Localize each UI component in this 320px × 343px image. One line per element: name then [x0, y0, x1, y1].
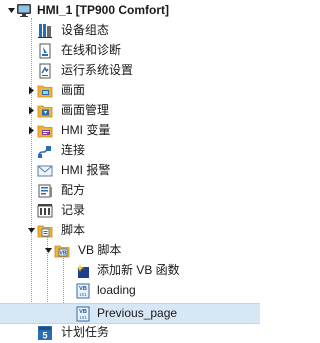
- svg-text:VB: VB: [60, 251, 67, 257]
- expand-arrow-icon[interactable]: [26, 125, 36, 135]
- tree-node-screen-management[interactable]: 画面管理: [0, 100, 260, 121]
- connections-icon: [37, 143, 53, 159]
- tree-node-label: 添加新 VB 函数: [97, 263, 180, 277]
- tree-node-label: Previous_page: [97, 306, 178, 320]
- tree-node-vb-scripts[interactable]: VB VB 脚本: [0, 240, 260, 261]
- tree-node-logs[interactable]: 记录: [0, 200, 260, 221]
- tree-node-label: 脚本: [61, 223, 86, 237]
- recipes-icon: [37, 183, 53, 199]
- tree-node-label: HMI 变量: [61, 123, 111, 137]
- tree-node-label: HMI_1 [TP900 Comfort]: [37, 3, 170, 17]
- tree-node-label: HMI 报警: [61, 163, 111, 177]
- svg-text:5: 5: [42, 331, 47, 341]
- tree-node-label: 设备组态: [61, 23, 110, 37]
- device-config-icon: [37, 23, 53, 39]
- logs-icon: [37, 203, 53, 219]
- tree-node-device-config[interactable]: 设备组态: [0, 20, 260, 41]
- tree-node-label: loading: [97, 283, 136, 297]
- tree-node-label: VB 脚本: [78, 243, 122, 257]
- vb-script-file-icon: VB 101: [75, 306, 91, 322]
- expand-arrow-icon[interactable]: [26, 85, 36, 95]
- expand-arrow-icon[interactable]: [26, 105, 36, 115]
- hmi-device-icon: [16, 2, 32, 18]
- folder-screens-icon: [37, 83, 53, 99]
- tree-node-runtime-settings[interactable]: 运行系统设置: [0, 60, 260, 81]
- tree-node-recipes[interactable]: 配方: [0, 180, 260, 201]
- tree-node-scripts[interactable]: 脚本: [0, 220, 260, 241]
- tree-node-label: 连接: [61, 143, 86, 157]
- tree-node-label: 画面管理: [61, 103, 110, 117]
- runtime-settings-icon: [37, 63, 53, 79]
- svg-text:101: 101: [79, 292, 87, 297]
- folder-hmi-tags-icon: [37, 123, 53, 139]
- tree-node-connections[interactable]: 连接: [0, 140, 260, 161]
- svg-text:101: 101: [79, 315, 87, 320]
- tree-node-hmi-alarms[interactable]: HMI 报警: [0, 160, 260, 181]
- hmi-alarms-icon: [37, 163, 53, 179]
- folder-scripts-icon: [37, 223, 53, 239]
- tree-node-screens[interactable]: 画面: [0, 80, 260, 101]
- tree-node-label: 在线和诊断: [61, 43, 122, 57]
- tree-node-label: 运行系统设置: [61, 63, 134, 77]
- collapse-arrow-icon[interactable]: [43, 245, 53, 255]
- add-new-function-icon: [75, 263, 91, 279]
- tree-node-label: 配方: [61, 183, 86, 197]
- collapse-arrow-icon[interactable]: [26, 225, 36, 235]
- tree-node-label: 记录: [61, 203, 86, 217]
- tree-node-hmi-1[interactable]: HMI_1 [TP900 Comfort]: [0, 0, 260, 21]
- vb-script-file-icon: VB 101: [75, 283, 91, 299]
- tree-node-online-diagnostics[interactable]: 在线和诊断: [0, 40, 260, 61]
- folder-vb-scripts-icon: VB: [54, 243, 70, 259]
- project-tree: HMI_1 [TP900 Comfort] 设备组态 在线和诊断 运行系统设置 …: [0, 0, 260, 341]
- tree-node-loading[interactable]: VB 101 loading: [0, 280, 260, 301]
- tree-node-hmi-tags[interactable]: HMI 变量: [0, 120, 260, 141]
- folder-screen-management-icon: [37, 103, 53, 119]
- tree-node-previous-page[interactable]: VB 101 Previous_page: [0, 303, 260, 324]
- scheduled-tasks-icon: 5: [37, 325, 53, 341]
- online-diagnostics-icon: [37, 43, 53, 59]
- tree-node-add-new-vb-function[interactable]: 添加新 VB 函数: [0, 260, 260, 281]
- tree-node-label: 画面: [61, 83, 86, 97]
- collapse-arrow-icon[interactable]: [6, 5, 16, 15]
